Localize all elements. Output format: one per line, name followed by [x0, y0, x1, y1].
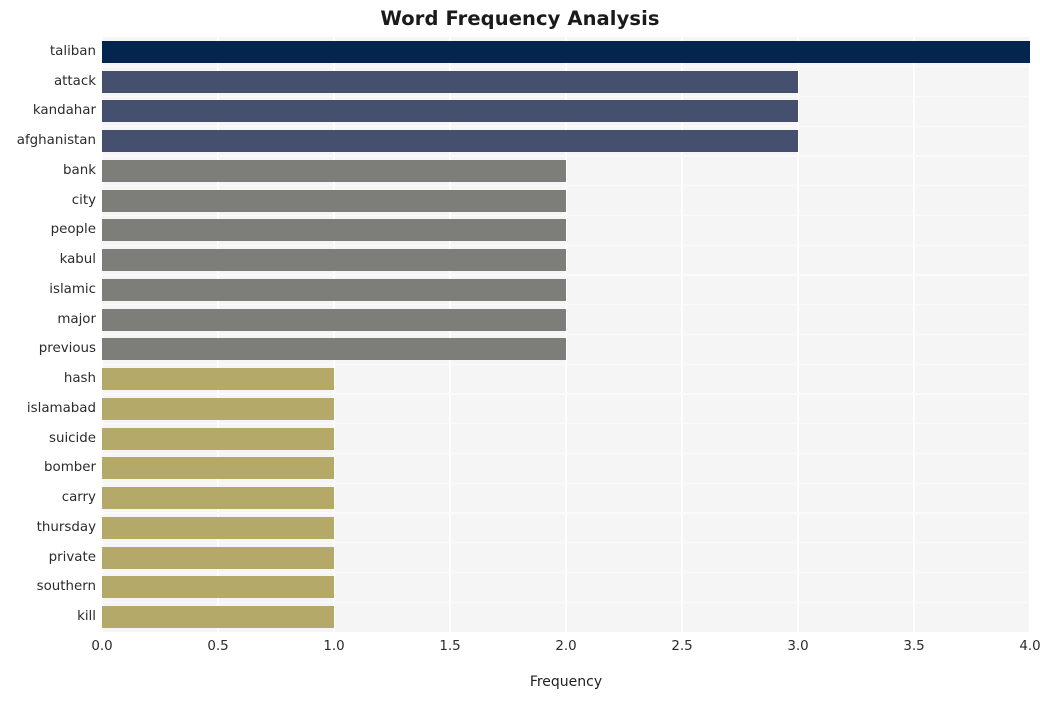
y-axis-tick-label: afghanistan [16, 133, 96, 149]
x-axis-tick-label: 1.5 [439, 639, 461, 654]
bar [102, 159, 566, 182]
y-axis-tick-label: kandahar [32, 103, 96, 119]
y-axis-tick-label: previous [38, 341, 96, 357]
bar [102, 70, 798, 93]
y-axis-tick-label: people [50, 222, 96, 238]
chart-title: Word Frequency Analysis [380, 7, 660, 30]
x-axis-tick-labels: 0.0 0.5 1.0 1.5 2.0 2.5 3.0 3.5 4.0 [91, 638, 1040, 660]
bar [102, 546, 334, 569]
word-frequency-chart-figure: Word Frequency Analysis taliban attack kan… [0, 0, 1040, 701]
x-axis-tick-label: 0.0 [91, 639, 113, 654]
y-axis-tick-label: hash [63, 371, 96, 387]
bars-layer [102, 37, 1030, 632]
y-axis-tick-label: kill [77, 609, 96, 625]
x-axis-tick-label: 3.5 [903, 639, 925, 654]
bar [102, 278, 566, 301]
x-axis-tick-label: 2.0 [555, 639, 577, 654]
y-axis-tick-label: private [48, 549, 96, 565]
y-axis-tick-labels: taliban attack kandahar afghanistan bank city… [0, 37, 96, 632]
bar [102, 606, 334, 629]
bar [102, 576, 334, 599]
y-axis-tick-label: city [71, 192, 96, 208]
y-axis-tick-label: bank [63, 162, 96, 178]
y-axis-tick-label: attack [53, 73, 96, 89]
bar [102, 338, 566, 361]
bar [102, 308, 566, 331]
x-axis-tick-label: 3.0 [787, 639, 809, 654]
y-axis-tick-label: islamabad [26, 400, 96, 416]
bar [102, 100, 798, 123]
y-axis-tick-label: bomber [44, 460, 96, 476]
bar [102, 516, 334, 539]
bar [102, 487, 334, 510]
x-axis-tick-label: 4.0 [1019, 639, 1040, 654]
bar [102, 189, 566, 212]
bar [102, 40, 1030, 63]
y-axis-tick-label: major [57, 311, 96, 327]
bar [102, 397, 334, 420]
x-axis-tick-label: 1.0 [323, 639, 345, 654]
y-axis-tick-label: carry [61, 490, 96, 506]
plot-area [102, 37, 1030, 632]
x-axis-tick-label: 2.5 [671, 639, 693, 654]
bar [102, 457, 334, 480]
y-axis-tick-label: suicide [48, 430, 96, 446]
bar [102, 219, 566, 242]
y-axis-tick-label: taliban [49, 43, 96, 59]
bar [102, 427, 334, 450]
y-axis-tick-label: thursday [36, 519, 96, 535]
y-axis-tick-label: kabul [59, 252, 96, 268]
x-axis-tick-label: 0.5 [207, 639, 229, 654]
bar [102, 130, 798, 153]
x-axis-title: Frequency [529, 674, 603, 690]
bar [102, 368, 334, 391]
bar [102, 249, 566, 272]
y-axis-tick-label: islamic [49, 281, 96, 297]
y-axis-tick-label: southern [36, 579, 96, 595]
